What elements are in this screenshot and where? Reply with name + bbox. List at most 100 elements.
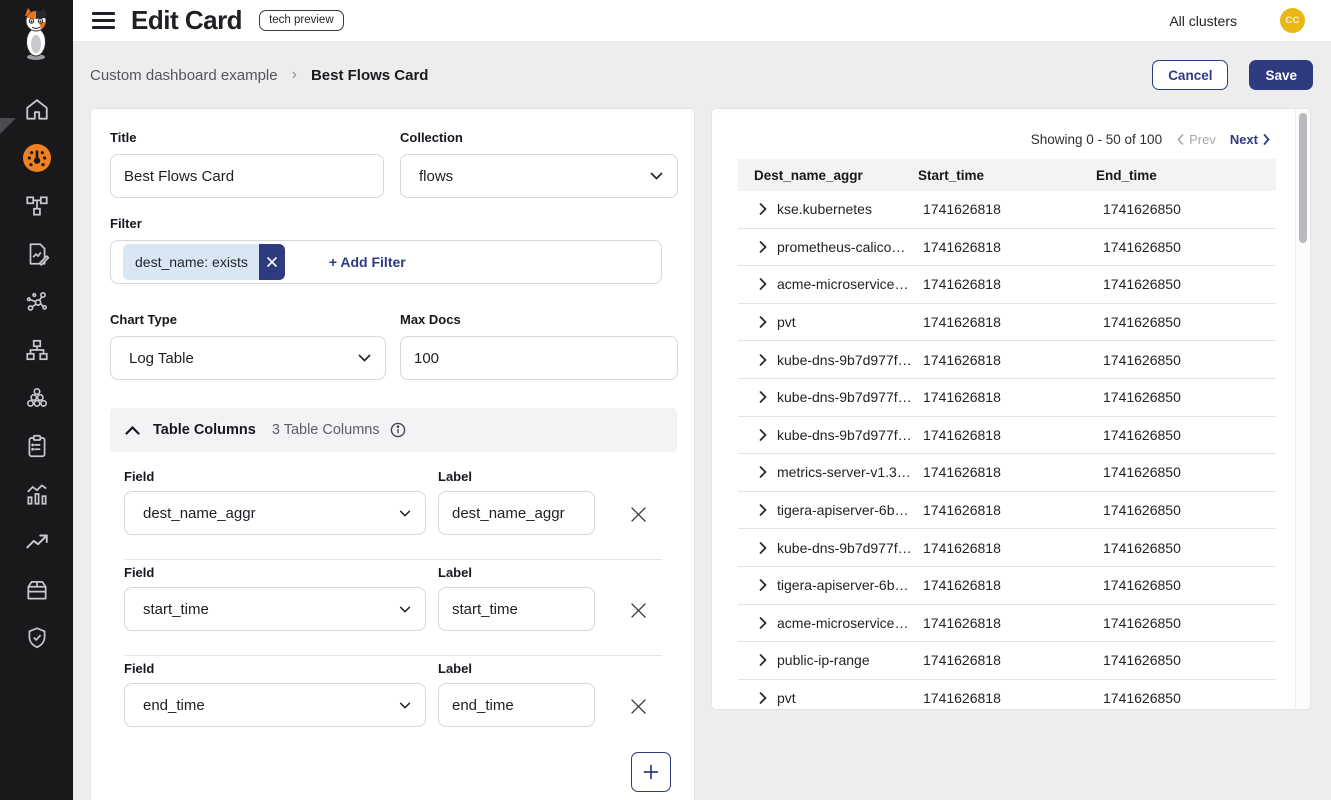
expand-row-chevron-icon[interactable] bbox=[759, 466, 767, 478]
field-select[interactable]: start_time bbox=[124, 587, 426, 631]
breadcrumb-parent[interactable]: Custom dashboard example bbox=[90, 67, 278, 84]
pagination-showing: Showing 0 - 50 of 100 bbox=[1031, 132, 1162, 147]
field-select[interactable]: dest_name_aggr bbox=[124, 491, 426, 535]
table-row[interactable]: public-ip-range17416268181741626850 bbox=[738, 642, 1276, 680]
table-columns-section-header[interactable]: Table Columns 3 Table Columns bbox=[110, 408, 677, 452]
title-input[interactable] bbox=[110, 154, 384, 198]
calico-cat-logo[interactable] bbox=[14, 6, 59, 62]
label-input[interactable] bbox=[438, 587, 595, 631]
expand-row-chevron-icon[interactable] bbox=[759, 542, 767, 554]
chart-type-select[interactable]: Log Table bbox=[110, 336, 386, 380]
filter-box[interactable]: dest_name: exists + Add Filter bbox=[110, 240, 662, 284]
add-column-button[interactable] bbox=[631, 752, 671, 792]
filter-chip: dest_name: exists bbox=[123, 244, 285, 280]
sidebar-item-dashboards[interactable] bbox=[0, 134, 73, 182]
column-header: Start_time bbox=[918, 168, 1096, 183]
sidebar-item-home[interactable] bbox=[0, 86, 73, 134]
remove-column-button[interactable] bbox=[627, 503, 649, 525]
expand-row-chevron-icon[interactable] bbox=[759, 241, 767, 253]
table-row[interactable]: acme-microservice…17416268181741626850 bbox=[738, 266, 1276, 304]
expand-row-chevron-icon[interactable] bbox=[759, 579, 767, 591]
dashboard-gauge-icon bbox=[21, 142, 53, 174]
max-docs-input[interactable] bbox=[400, 336, 678, 380]
chevron-down-icon bbox=[399, 702, 411, 709]
expand-row-chevron-icon[interactable] bbox=[759, 203, 767, 215]
label-input[interactable] bbox=[438, 683, 595, 727]
cell-start-time: 1741626818 bbox=[918, 427, 1096, 443]
field-value: start_time bbox=[143, 601, 209, 618]
table-row[interactable]: kube-dns-9b7d977f…17416268181741626850 bbox=[738, 417, 1276, 455]
expand-row-chevron-icon[interactable] bbox=[759, 617, 767, 629]
cell-dest-name: kube-dns-9b7d977f… bbox=[777, 427, 912, 443]
scrollbar-track[interactable] bbox=[1295, 110, 1310, 708]
cell-end-time: 1741626850 bbox=[1096, 690, 1276, 706]
sidebar-item-reports[interactable] bbox=[0, 230, 73, 278]
scrollbar-thumb[interactable] bbox=[1299, 113, 1307, 243]
cell-end-time: 1741626850 bbox=[1096, 652, 1276, 668]
table-row[interactable]: pvt17416268181741626850 bbox=[738, 680, 1276, 710]
remove-filter-button[interactable] bbox=[259, 244, 285, 280]
table-row[interactable]: acme-microservice…17416268181741626850 bbox=[738, 605, 1276, 643]
sidebar-item-trends[interactable] bbox=[0, 518, 73, 566]
table-body: kse.kubernetes17416268181741626850promet… bbox=[738, 191, 1276, 710]
add-filter-button[interactable]: + Add Filter bbox=[329, 254, 406, 270]
table-row[interactable]: tigera-apiserver-6b…17416268181741626850 bbox=[738, 492, 1276, 530]
expand-row-chevron-icon[interactable] bbox=[759, 316, 767, 328]
label-input[interactable] bbox=[438, 491, 595, 535]
shield-check-icon bbox=[24, 625, 50, 651]
bar-chart-icon bbox=[24, 481, 50, 507]
expand-row-chevron-icon[interactable] bbox=[759, 391, 767, 403]
collection-select[interactable]: flows bbox=[400, 154, 678, 198]
label-label: Label bbox=[438, 661, 472, 676]
prev-page-button[interactable]: Prev bbox=[1177, 132, 1216, 147]
actionbar: Custom dashboard example › Best Flows Ca… bbox=[90, 58, 1313, 92]
cell-dest-name: acme-microservice… bbox=[777, 615, 908, 631]
cancel-button[interactable]: Cancel bbox=[1152, 60, 1228, 90]
cell-start-time: 1741626818 bbox=[918, 540, 1096, 556]
cluster-selector[interactable]: All clusters bbox=[1169, 13, 1237, 29]
cell-end-time: 1741626850 bbox=[1096, 239, 1276, 255]
table-row[interactable]: kse.kubernetes17416268181741626850 bbox=[738, 191, 1276, 229]
field-select[interactable]: end_time bbox=[124, 683, 426, 727]
table-row[interactable]: kube-dns-9b7d977f…17416268181741626850 bbox=[738, 379, 1276, 417]
sidebar-item-security[interactable] bbox=[0, 614, 73, 662]
prev-label: Prev bbox=[1189, 132, 1216, 147]
sidebar-item-network-topology[interactable] bbox=[0, 182, 73, 230]
table-row[interactable]: metrics-server-v1.3…17416268181741626850 bbox=[738, 454, 1276, 492]
avatar[interactable]: CC bbox=[1280, 8, 1305, 33]
next-page-button[interactable]: Next bbox=[1230, 132, 1270, 147]
table-row[interactable]: kube-dns-9b7d977f…17416268181741626850 bbox=[738, 529, 1276, 567]
sidebar-item-policies[interactable] bbox=[0, 422, 73, 470]
cell-end-time: 1741626850 bbox=[1096, 314, 1276, 330]
package-box-icon bbox=[24, 577, 50, 603]
remove-column-button[interactable] bbox=[627, 695, 649, 717]
sidebar-item-clusters-tree[interactable] bbox=[0, 326, 73, 374]
breadcrumb-current: Best Flows Card bbox=[311, 67, 429, 84]
expand-row-chevron-icon[interactable] bbox=[759, 278, 767, 290]
hamburger-menu-icon[interactable] bbox=[92, 12, 115, 29]
sidebar-item-service-graph[interactable] bbox=[0, 278, 73, 326]
collection-value: flows bbox=[419, 168, 453, 185]
next-label: Next bbox=[1230, 132, 1258, 147]
save-button[interactable]: Save bbox=[1249, 60, 1313, 90]
cell-start-time: 1741626818 bbox=[918, 464, 1096, 480]
expand-row-chevron-icon[interactable] bbox=[759, 429, 767, 441]
table-row[interactable]: tigera-apiserver-6b…17416268181741626850 bbox=[738, 567, 1276, 605]
sidebar-item-analytics[interactable] bbox=[0, 470, 73, 518]
table-row[interactable]: pvt17416268181741626850 bbox=[738, 304, 1276, 342]
expand-row-chevron-icon[interactable] bbox=[759, 654, 767, 666]
table-row[interactable]: kube-dns-9b7d977f…17416268181741626850 bbox=[738, 341, 1276, 379]
table-row[interactable]: prometheus-calico…17416268181741626850 bbox=[738, 229, 1276, 267]
expand-row-chevron-icon[interactable] bbox=[759, 504, 767, 516]
home-icon bbox=[24, 97, 50, 123]
sidebar-item-workloads[interactable] bbox=[0, 374, 73, 422]
sidebar-item-packages[interactable] bbox=[0, 566, 73, 614]
remove-column-button[interactable] bbox=[627, 599, 649, 621]
close-icon bbox=[630, 698, 647, 715]
expand-row-chevron-icon[interactable] bbox=[759, 354, 767, 366]
cell-start-time: 1741626818 bbox=[918, 201, 1096, 217]
preview-table: Dest_name_aggr Start_time End_time kse.k… bbox=[738, 159, 1276, 710]
cell-dest-name: kse.kubernetes bbox=[777, 201, 872, 217]
cell-start-time: 1741626818 bbox=[918, 652, 1096, 668]
expand-row-chevron-icon[interactable] bbox=[759, 692, 767, 704]
